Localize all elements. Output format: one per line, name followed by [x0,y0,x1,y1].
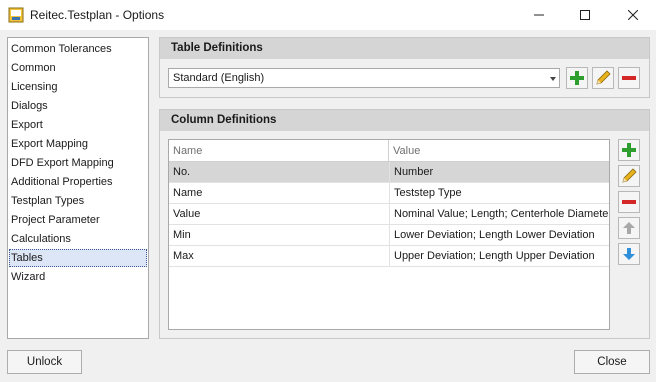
close-button[interactable]: Close [574,350,650,374]
chevron-down-icon[interactable] [550,77,556,81]
cell-name[interactable]: Name [169,183,388,203]
table-row[interactable]: Value Nominal Value; Length; Centerhole … [169,204,609,225]
options-category-list[interactable]: Common Tolerances Common Licensing Dialo… [7,37,149,339]
minimize-icon [534,14,544,16]
cell-value[interactable]: Upper Deviation; Length Upper Deviation [389,246,609,266]
add-table-button[interactable] [566,67,588,89]
unlock-button[interactable]: Unlock [7,350,82,374]
cell-value[interactable]: Teststep Type [389,183,609,203]
close-icon [628,10,638,20]
cell-name[interactable]: Value [169,204,388,224]
sidebar-item-export[interactable]: Export [9,116,147,134]
edit-icon [622,168,637,183]
sidebar-item-common[interactable]: Common [9,59,147,77]
sidebar-item-common-tolerances[interactable]: Common Tolerances [9,40,147,58]
remove-table-button[interactable] [618,67,640,89]
cell-value[interactable]: Nominal Value; Length; Centerhole Diamet… [389,204,609,224]
cell-value[interactable]: Lower Deviation; Length Lower Deviation [389,225,609,245]
sidebar-item-calculations[interactable]: Calculations [9,230,147,248]
edit-table-button[interactable] [592,67,614,89]
cell-value[interactable]: Number [389,162,609,182]
arrow-down-icon [623,248,635,260]
edit-icon [596,70,611,85]
remove-icon [622,76,636,80]
maximize-icon [580,10,590,20]
table-row[interactable]: Name Teststep Type [169,183,609,204]
add-column-button[interactable] [618,139,640,161]
table-row[interactable]: No. Number [169,162,609,183]
cell-name[interactable]: Min [169,225,388,245]
column-definitions-grid[interactable]: Name Value No. Number Name Teststep Type… [168,139,610,330]
window-title: Reitec.Testplan - Options [30,8,165,22]
table-row[interactable]: Max Upper Deviation; Length Upper Deviat… [169,246,609,267]
table-definition-select[interactable]: Standard (English) [168,68,560,88]
cell-name[interactable]: No. [169,162,388,182]
move-up-button[interactable] [618,217,640,239]
minimize-button[interactable] [516,0,562,30]
remove-icon [622,200,636,204]
sidebar-item-testplan-types[interactable]: Testplan Types [9,192,147,210]
column-definitions-heading: Column Definitions [160,110,649,131]
close-window-button[interactable] [610,0,656,30]
sidebar-item-export-mapping[interactable]: Export Mapping [9,135,147,153]
title-bar: Reitec.Testplan - Options [0,0,656,30]
cell-name[interactable]: Max [169,246,388,266]
arrow-up-icon [623,222,635,234]
table-definitions-heading: Table Definitions [160,38,649,59]
remove-column-button[interactable] [618,191,640,213]
sidebar-item-additional-properties[interactable]: Additional Properties [9,173,147,191]
sidebar-item-licensing[interactable]: Licensing [9,78,147,96]
add-icon [570,71,584,85]
maximize-button[interactable] [562,0,608,30]
column-header-value[interactable]: Value [389,140,420,162]
column-header-name[interactable]: Name [169,140,202,162]
add-icon [622,143,636,157]
table-definition-value: Standard (English) [173,72,265,84]
grid-header: Name Value [169,140,609,162]
app-icon [8,7,24,23]
table-row[interactable]: Min Lower Deviation; Length Lower Deviat… [169,225,609,246]
sidebar-item-project-parameter[interactable]: Project Parameter [9,211,147,229]
sidebar-item-dialogs[interactable]: Dialogs [9,97,147,115]
move-down-button[interactable] [618,243,640,265]
sidebar-item-dfd-export-mapping[interactable]: DFD Export Mapping [9,154,147,172]
sidebar-item-wizard[interactable]: Wizard [9,268,147,286]
sidebar-item-tables[interactable]: Tables [9,249,147,267]
edit-column-button[interactable] [618,165,640,187]
